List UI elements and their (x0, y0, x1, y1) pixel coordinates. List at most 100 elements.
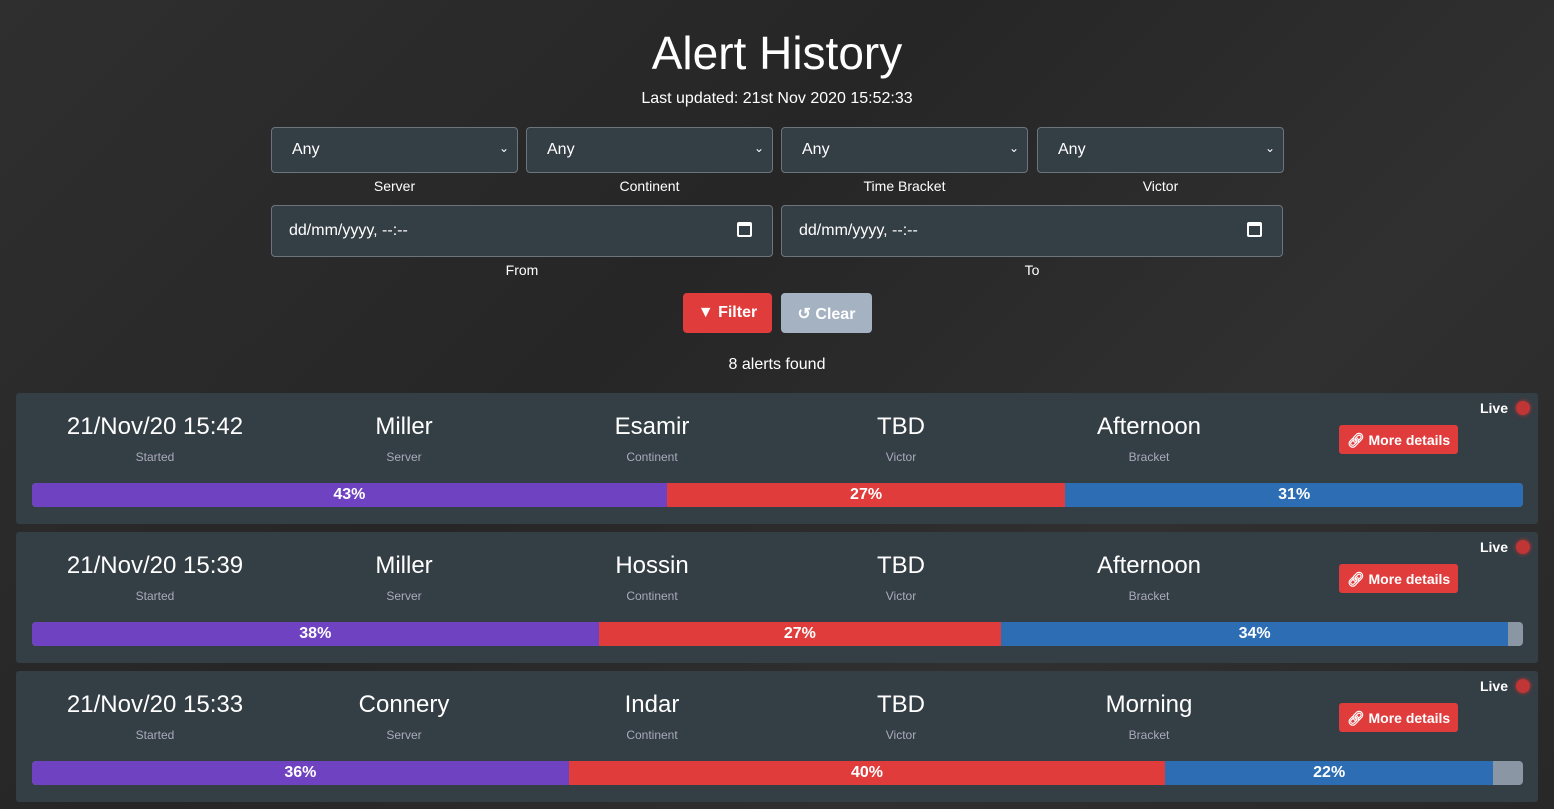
started-field: 21/Nov/20 15:39 Started (30, 552, 280, 603)
calendar-icon[interactable] (737, 222, 752, 237)
undo-icon: ↺ (797, 306, 811, 323)
victor-select[interactable]: Any ⌄ (1037, 127, 1284, 173)
bracket-value: Afternoon (1096, 552, 1202, 579)
victor-field: TBD Victor (776, 552, 1026, 603)
bracket-label: Bracket (1128, 450, 1170, 464)
more-details-button[interactable]: 🔗︎ More details (1339, 703, 1458, 732)
bracket-value: Afternoon (1096, 413, 1202, 440)
victor-field: TBD Victor (776, 691, 1026, 742)
faction-progress-bar: 43% 27% 31% (32, 483, 1523, 507)
bracket-field: Afternoon Bracket (1024, 413, 1274, 464)
page-title: Alert History (651, 27, 903, 79)
continent-field: Esamir Continent (527, 413, 777, 464)
from-placeholder: dd/mm/yyyy, --:-- (289, 222, 408, 239)
continent-label: Continent (619, 178, 680, 194)
unclaimed-segment (1508, 622, 1523, 646)
live-indicator: Live (1480, 539, 1530, 555)
more-details-button[interactable]: 🔗︎ More details (1339, 564, 1458, 593)
continent-label: Continent (626, 589, 678, 603)
from-date-input[interactable]: dd/mm/yyyy, --:-- (271, 205, 773, 257)
victor-label: Victor (1142, 178, 1179, 194)
bracket-field: Morning Bracket (1024, 691, 1274, 742)
bracket-field: Afternoon Bracket (1024, 552, 1274, 603)
victor-value: TBD (877, 691, 925, 718)
time-bracket-select[interactable]: Any ⌄ (781, 127, 1028, 173)
victor-value: TBD (877, 413, 925, 440)
chevron-down-icon: ⌄ (498, 141, 509, 155)
faction-segment: 27% (598, 622, 1002, 646)
chevron-down-icon: ⌄ (1264, 141, 1275, 155)
live-label: Live (1479, 400, 1508, 416)
server-label: Server (386, 589, 422, 603)
last-updated: Last updated: 21st Nov 2020 15:52:33 (641, 90, 913, 107)
alert-card: 21/Nov/20 15:42 Started Miller Server Esamir… (16, 393, 1538, 524)
filter-button[interactable]: ▼ Filter (683, 293, 772, 333)
live-label: Live (1479, 678, 1508, 694)
server-value: Miller (375, 552, 433, 579)
server-field: Miller Server (279, 552, 529, 603)
victor-select-value: Any (1058, 141, 1086, 158)
server-select[interactable]: Any ⌄ (271, 127, 518, 173)
started-label: Started (135, 728, 175, 742)
server-label: Server (386, 728, 422, 742)
continent-label: Continent (626, 450, 678, 464)
from-label: From (505, 262, 539, 278)
live-label: Live (1479, 539, 1508, 555)
more-details-button[interactable]: 🔗︎ More details (1339, 425, 1458, 454)
started-label: Started (135, 589, 175, 603)
victor-label: Victor (885, 589, 917, 603)
continent-value: Hossin (615, 552, 689, 579)
live-dot-icon (1516, 401, 1530, 415)
faction-segment: 36% (32, 761, 569, 785)
to-placeholder: dd/mm/yyyy, --:-- (799, 222, 918, 239)
to-date-input[interactable]: dd/mm/yyyy, --:-- (781, 205, 1283, 257)
faction-segment: 40% (568, 761, 1166, 785)
victor-field: TBD Victor (776, 413, 1026, 464)
live-dot-icon (1516, 540, 1530, 554)
faction-segment: 38% (32, 622, 599, 646)
alert-card: 21/Nov/20 15:39 Started Miller Server Hossin… (16, 532, 1538, 663)
live-indicator: Live (1480, 678, 1530, 694)
server-field: Miller Server (279, 413, 529, 464)
to-label: To (1024, 262, 1040, 278)
link-icon: 🔗︎ (1346, 571, 1365, 587)
started-value: 21/Nov/20 15:33 (66, 691, 244, 718)
continent-field: Indar Continent (527, 691, 777, 742)
link-icon: 🔗︎ (1346, 710, 1365, 726)
calendar-icon[interactable] (1247, 222, 1262, 237)
clear-button[interactable]: ↺ Clear (781, 293, 872, 333)
faction-segment: 31% (1065, 483, 1523, 507)
unclaimed-segment (1493, 761, 1523, 785)
time-bracket-label: Time Bracket (863, 178, 946, 194)
continent-value: Esamir (614, 413, 690, 440)
bracket-label: Bracket (1128, 728, 1170, 742)
continent-select[interactable]: Any ⌄ (526, 127, 773, 173)
clear-label: Clear (815, 306, 856, 323)
started-label: Started (135, 450, 175, 464)
bracket-value: Morning (1105, 691, 1193, 718)
server-field: Connery Server (279, 691, 529, 742)
more-details-label: More details (1368, 432, 1451, 448)
chevron-down-icon: ⌄ (1008, 141, 1019, 155)
filter-label: Filter (718, 304, 758, 321)
server-label: Server (373, 178, 416, 194)
continent-field: Hossin Continent (527, 552, 777, 603)
live-indicator: Live (1480, 400, 1530, 416)
continent-label: Continent (626, 728, 678, 742)
server-select-value: Any (292, 141, 320, 158)
faction-progress-bar: 38% 27% 34% (32, 622, 1523, 646)
faction-segment: 22% (1165, 761, 1494, 785)
continent-value: Indar (624, 691, 680, 718)
faction-segment: 43% (32, 483, 667, 507)
server-value: Connery (358, 691, 450, 718)
server-value: Miller (375, 413, 433, 440)
alert-card: 21/Nov/20 15:33 Started Connery Server Indar… (16, 671, 1538, 802)
faction-progress-bar: 36% 40% 22% (32, 761, 1523, 785)
more-details-label: More details (1368, 710, 1451, 726)
started-field: 21/Nov/20 15:33 Started (30, 691, 280, 742)
filter-icon: ▼ (697, 304, 714, 321)
faction-segment: 27% (666, 483, 1066, 507)
started-value: 21/Nov/20 15:42 (66, 413, 244, 440)
link-icon: 🔗︎ (1346, 432, 1365, 448)
bracket-label: Bracket (1128, 589, 1170, 603)
